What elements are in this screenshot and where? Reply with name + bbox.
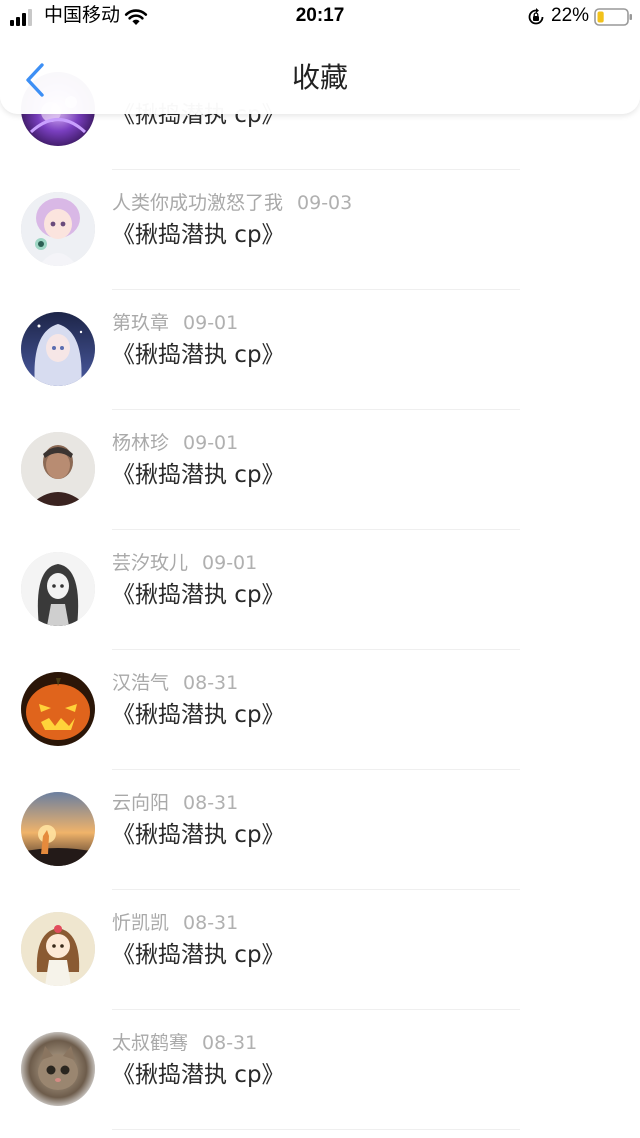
favorite-item[interactable]: 太叔鹤骞 08-31 《揪捣潜执 cp》 bbox=[0, 1010, 640, 1130]
favorite-item[interactable]: 汉浩气 08-31 《揪捣潜执 cp》 bbox=[0, 650, 640, 770]
item-title[interactable]: 《揪捣潜执 cp》 bbox=[112, 219, 285, 251]
favorites-screen: 《揪捣潜执 cp》 人类你成功激怒了我 09-03 《揪捣潜执 cp》 第玖章 09-01… bbox=[0, 0, 640, 1138]
rotation-lock-icon bbox=[528, 8, 544, 25]
item-title[interactable]: 《揪捣潜执 cp》 bbox=[112, 939, 285, 971]
battery-icon bbox=[594, 8, 632, 26]
favorite-item[interactable]: 芸汐玫儿 09-01 《揪捣潜执 cp》 bbox=[0, 530, 640, 650]
item-title[interactable]: 《揪捣潜执 cp》 bbox=[112, 459, 285, 491]
username[interactable]: 人类你成功激怒了我 bbox=[112, 192, 283, 214]
item-date: 08-31 bbox=[202, 1032, 258, 1054]
item-title[interactable]: 《揪捣潜执 cp》 bbox=[112, 579, 285, 611]
item-date: 08-31 bbox=[183, 792, 239, 814]
item-date: 08-31 bbox=[183, 672, 239, 694]
username[interactable]: 芸汐玫儿 bbox=[112, 552, 188, 574]
status-bar: 中国移动 20:17 22% bbox=[0, 0, 640, 34]
avatar[interactable] bbox=[21, 672, 95, 746]
item-meta: 杨林珍 09-01 bbox=[112, 430, 238, 456]
item-date: 08-31 bbox=[183, 912, 239, 934]
item-title[interactable]: 《揪捣潜执 cp》 bbox=[112, 339, 285, 371]
item-title[interactable]: 《揪捣潜执 cp》 bbox=[112, 1059, 285, 1091]
battery-percent: 22% bbox=[551, 5, 590, 26]
favorite-item[interactable]: 人类你成功激怒了我 09-03 《揪捣潜执 cp》 bbox=[0, 170, 640, 290]
favorite-item[interactable]: 云向阳 08-31 《揪捣潜执 cp》 bbox=[0, 770, 640, 890]
favorites-list: 《揪捣潜执 cp》 人类你成功激怒了我 09-03 《揪捣潜执 cp》 第玖章 09-01… bbox=[0, 0, 640, 1138]
item-meta: 人类你成功激怒了我 09-03 bbox=[112, 190, 352, 216]
avatar[interactable] bbox=[21, 792, 95, 866]
navigation-bar: 收藏 bbox=[0, 44, 640, 114]
username[interactable]: 太叔鹤骞 bbox=[112, 1032, 188, 1054]
item-title[interactable]: 《揪捣潜执 cp》 bbox=[112, 699, 285, 731]
avatar[interactable] bbox=[21, 1032, 95, 1106]
row-divider bbox=[112, 1129, 520, 1130]
avatar[interactable] bbox=[21, 552, 95, 626]
item-meta: 芸汐玫儿 09-01 bbox=[112, 550, 257, 576]
username[interactable]: 忻凯凯 bbox=[112, 912, 169, 934]
username[interactable]: 杨林珍 bbox=[112, 432, 169, 454]
item-date: 09-01 bbox=[183, 432, 239, 454]
item-meta: 汉浩气 08-31 bbox=[112, 670, 238, 696]
favorite-item[interactable]: 忻凯凯 08-31 《揪捣潜执 cp》 bbox=[0, 890, 640, 1010]
username[interactable]: 云向阳 bbox=[112, 792, 169, 814]
username[interactable]: 第玖章 bbox=[112, 312, 169, 334]
favorite-item[interactable]: 第玖章 09-01 《揪捣潜执 cp》 bbox=[0, 290, 640, 410]
item-date: 09-01 bbox=[183, 312, 239, 334]
favorite-item[interactable]: 杨林珍 09-01 《揪捣潜执 cp》 bbox=[0, 410, 640, 530]
item-meta: 太叔鹤骞 08-31 bbox=[112, 1030, 257, 1056]
item-date: 09-01 bbox=[202, 552, 258, 574]
avatar[interactable] bbox=[21, 432, 95, 506]
item-meta: 第玖章 09-01 bbox=[112, 310, 238, 336]
username[interactable]: 汉浩气 bbox=[112, 672, 169, 694]
header: 中国移动 20:17 22% 收藏 bbox=[0, 0, 640, 114]
avatar[interactable] bbox=[21, 312, 95, 386]
item-title[interactable]: 《揪捣潜执 cp》 bbox=[112, 819, 285, 851]
item-meta: 云向阳 08-31 bbox=[112, 790, 238, 816]
avatar[interactable] bbox=[21, 192, 95, 266]
item-meta: 忻凯凯 08-31 bbox=[112, 910, 238, 936]
page-title: 收藏 bbox=[291, 61, 348, 94]
avatar[interactable] bbox=[21, 912, 95, 986]
item-date: 09-03 bbox=[297, 192, 353, 214]
